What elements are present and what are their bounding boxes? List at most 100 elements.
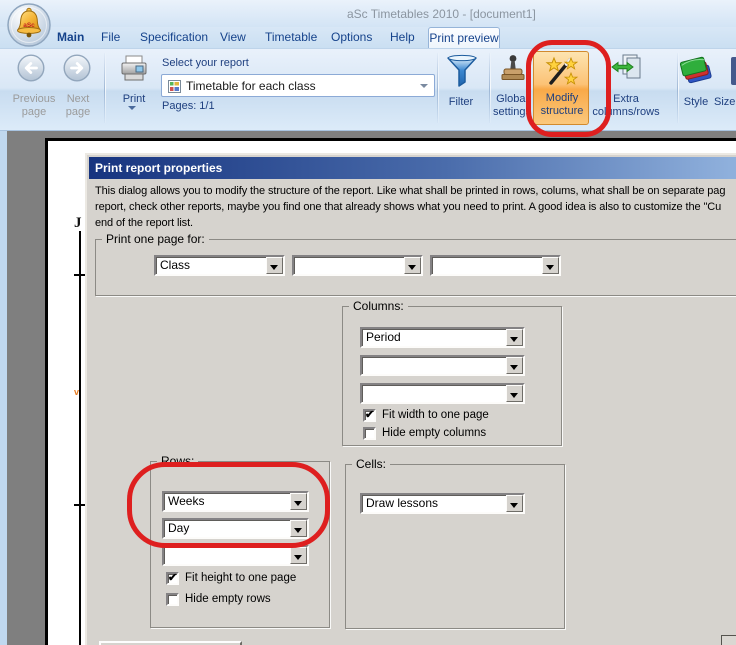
extra-columns-rows-button[interactable] xyxy=(610,53,642,88)
dropdown-arrow-icon xyxy=(294,501,302,506)
tab-timetable[interactable]: Timetable xyxy=(265,30,317,44)
columns-combo-2[interactable] xyxy=(360,355,525,376)
select-report-label: Select your report xyxy=(162,57,322,70)
dropdown-button[interactable] xyxy=(506,329,523,346)
ribbon-separator xyxy=(104,53,105,123)
report-select-combobox[interactable]: Timetable for each class xyxy=(161,74,435,97)
hide-empty-rows-checkbox[interactable]: Hide empty rows xyxy=(166,593,336,607)
style-label: Style xyxy=(677,96,715,109)
fit-width-checkbox[interactable]: ✔ Fit width to one page xyxy=(363,409,553,423)
window-left-edge xyxy=(0,131,7,645)
dropdown-button[interactable] xyxy=(506,495,523,512)
next-page-icon xyxy=(63,54,91,82)
rows-label: Rows: xyxy=(157,454,198,468)
global-settings-label: Global settings xyxy=(486,93,538,119)
size-icon[interactable] xyxy=(731,57,736,85)
print-icon xyxy=(119,54,149,82)
page-table-tick xyxy=(74,504,85,506)
previous-page-label: Previous page xyxy=(6,93,62,119)
rows-combo-3[interactable] xyxy=(162,545,309,566)
dialog-titlebar[interactable]: Print report properties xyxy=(89,157,736,179)
filter-button[interactable] xyxy=(445,53,479,94)
print-button[interactable] xyxy=(119,54,149,87)
dropdown-button[interactable] xyxy=(290,520,307,537)
ribbon-separator xyxy=(677,53,678,123)
checkbox-label: Fit width to one page xyxy=(382,409,489,421)
dropdown-arrow-icon xyxy=(510,337,518,342)
modify-structure-label: Modify structure xyxy=(534,92,590,118)
report-select-value: Timetable for each class xyxy=(186,79,316,93)
dropdown-arrow-icon xyxy=(510,365,518,370)
hide-empty-columns-checkbox[interactable]: Hide empty columns xyxy=(363,427,553,441)
tab-help[interactable]: Help xyxy=(390,30,415,44)
checkbox-box xyxy=(166,593,179,606)
check-icon: ✔ xyxy=(365,408,374,421)
cells-label: Cells: xyxy=(352,457,390,471)
dropdown-button[interactable] xyxy=(404,257,421,274)
tab-specification[interactable]: Specification xyxy=(140,30,208,44)
cells-combo[interactable]: Draw lessons xyxy=(360,493,525,514)
combo-value: Weeks xyxy=(168,494,204,508)
checkbox-label: Hide empty rows xyxy=(185,593,271,605)
tab-options[interactable]: Options xyxy=(331,30,372,44)
ribbon: Previous page Next page Print Select you… xyxy=(0,48,736,131)
rows-combo-1[interactable]: Weeks xyxy=(162,491,309,512)
tab-print-preview[interactable]: Print preview xyxy=(428,27,500,48)
extra-columns-rows-label: Extra columns/rows xyxy=(588,93,664,119)
columns-label: Columns: xyxy=(349,299,408,313)
combo-value: Period xyxy=(366,330,401,344)
print-label: Print xyxy=(114,93,154,106)
tab-file[interactable]: File xyxy=(101,30,120,44)
page-for-combo-3[interactable] xyxy=(430,255,561,276)
rows-combo-2[interactable]: Day xyxy=(162,518,309,539)
tab-view[interactable]: View xyxy=(220,30,246,44)
page-for-combo-1[interactable]: Class xyxy=(154,255,285,276)
clipped-bottom-control xyxy=(99,641,242,645)
dropdown-button[interactable] xyxy=(290,547,307,564)
next-page-button[interactable] xyxy=(63,54,91,87)
fit-height-checkbox[interactable]: ✔ Fit height to one page xyxy=(166,572,336,586)
app-menu-button[interactable]: aSc xyxy=(6,2,52,48)
previous-page-icon xyxy=(17,54,45,82)
print-dropdown-arrow-icon[interactable] xyxy=(128,106,136,110)
dialog-title: Print report properties xyxy=(95,161,222,175)
previous-page-button[interactable] xyxy=(17,54,45,87)
dropdown-arrow-icon xyxy=(510,503,518,508)
columns-combo-1[interactable]: Period xyxy=(360,327,525,348)
chevron-down-icon xyxy=(420,84,428,88)
page-mark-fragment: v xyxy=(74,387,79,397)
window-titlebar: aSc Timetables 2010 - [document1] xyxy=(0,0,736,27)
app-window: aSc Timetables 2010 - [document1] aSc Ma… xyxy=(0,0,736,645)
checkbox-label: Hide empty columns xyxy=(382,427,486,439)
print-one-page-for-label: Print one page for: xyxy=(102,232,209,246)
next-page-label: Next page xyxy=(56,93,100,119)
dropdown-arrow-icon xyxy=(294,555,302,560)
page-for-combo-2[interactable] xyxy=(292,255,423,276)
dropdown-button[interactable] xyxy=(506,357,523,374)
checkbox-box: ✔ xyxy=(363,409,376,422)
page-text-fragment: J xyxy=(74,215,82,232)
svg-text:aSc: aSc xyxy=(23,22,35,29)
filter-icon xyxy=(445,53,479,89)
dropdown-arrow-icon xyxy=(408,265,416,270)
dropdown-button[interactable] xyxy=(506,385,523,402)
tab-main[interactable]: Main xyxy=(57,30,84,44)
dropdown-button[interactable] xyxy=(290,493,307,510)
dropdown-arrow-icon xyxy=(294,528,302,533)
dropdown-button[interactable] xyxy=(266,257,283,274)
global-settings-button[interactable] xyxy=(498,53,528,90)
modify-structure-button[interactable]: Modify structure xyxy=(533,51,589,125)
print-report-properties-dialog: Print report properties This dialog allo… xyxy=(85,153,736,645)
window-title: aSc Timetables 2010 - [document1] xyxy=(347,7,536,21)
bell-logo-icon: aSc xyxy=(6,2,52,48)
combo-value: Draw lessons xyxy=(366,496,438,510)
checkbox-box xyxy=(363,427,376,440)
page-table-line xyxy=(79,231,81,645)
dropdown-button[interactable] xyxy=(542,257,559,274)
checkbox-label: Fit height to one page xyxy=(185,572,296,584)
combo-value: Day xyxy=(168,521,189,535)
style-button[interactable] xyxy=(679,53,713,92)
columns-combo-3[interactable] xyxy=(360,383,525,404)
size-label: Size xyxy=(714,96,736,109)
report-icon xyxy=(168,80,181,93)
